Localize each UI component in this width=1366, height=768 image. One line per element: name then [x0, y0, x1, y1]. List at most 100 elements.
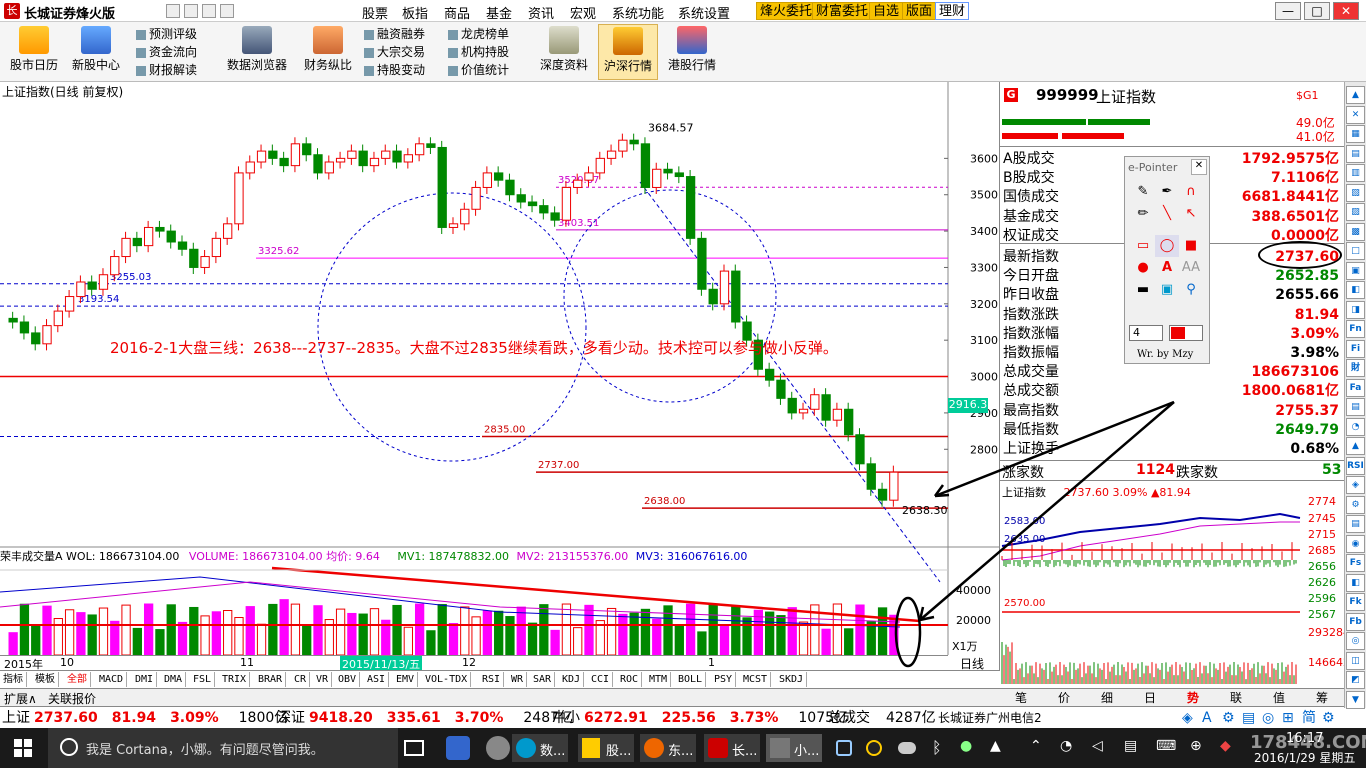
strip-button-8[interactable]: □ [1346, 242, 1365, 260]
ellipse-icon[interactable]: ◯ [1155, 235, 1179, 257]
indicator-tab-16[interactable]: WR [508, 672, 528, 687]
status-tool-icon-2[interactable]: ⚙ [1222, 707, 1235, 729]
margin-trading-link[interactable]: 融资融券 [364, 25, 425, 43]
quote-tab-7[interactable]: 筹 [1301, 689, 1343, 707]
quote-tab-0[interactable]: 笔 [1000, 689, 1042, 707]
strip-button-26[interactable]: Fk [1346, 593, 1365, 611]
intraday-chart[interactable]: 2774 2745 2715 2685 2656 2626 2596 2567 293284 14… [1000, 496, 1344, 686]
strip-button-2[interactable]: ▦ [1346, 125, 1365, 143]
indicator-tab-13[interactable]: EMV [393, 672, 419, 687]
strip-button-11[interactable]: ◨ [1346, 300, 1365, 319]
pinned-app-icon-1[interactable] [446, 736, 470, 760]
magnifier-icon[interactable]: ⚲ [1179, 279, 1203, 301]
epointer-window[interactable]: e-Pointer ✕ ✎ ✒ ∩ ✏ ╲ ↖ ▭ ◯ ■ ● A AA ▬ ▣ ⚲ 4 Wr. b… [1124, 156, 1210, 364]
status-tool-icon-6[interactable]: 简 [1302, 707, 1316, 729]
task-view-icon[interactable] [404, 740, 424, 756]
related-quote-tab[interactable]: 关联报价 [48, 690, 96, 707]
strip-button-31[interactable]: ▼ [1346, 690, 1365, 709]
indicator-tab-20[interactable]: ROC [617, 672, 643, 687]
status-tool-icon-5[interactable]: ⊞ [1282, 707, 1294, 729]
indicator-tab-4[interactable]: DMI [132, 672, 158, 687]
strip-button-10[interactable]: ◧ [1346, 281, 1365, 299]
layout-button[interactable]: 版面 [902, 2, 937, 20]
task-app-5[interactable]: 小... [766, 734, 822, 762]
eraser-icon[interactable]: ✎ [1131, 181, 1155, 203]
indicator-tab-24[interactable]: MCST [740, 672, 772, 687]
sh-sz-market-button[interactable]: 沪深行情 [598, 24, 658, 80]
cloud-icon[interactable] [898, 742, 916, 754]
keyboard-icon[interactable]: ⌨ [1156, 738, 1176, 754]
menu-macro[interactable]: 宏观 [570, 3, 596, 22]
strip-button-28[interactable]: ◎ [1346, 632, 1365, 650]
bluetooth-icon[interactable]: ᛒ [932, 738, 942, 757]
indicator-tab-7[interactable]: TRIX [219, 672, 251, 687]
menu-fund[interactable]: 基金 [486, 3, 512, 22]
indicator-tab-9[interactable]: CR [291, 672, 311, 687]
strip-button-18[interactable]: ▲ [1346, 437, 1365, 455]
epointer-close-icon[interactable]: ✕ [1191, 159, 1207, 175]
indicator-tab-5[interactable]: DMA [161, 672, 187, 687]
nav-next-icon[interactable] [184, 4, 198, 18]
watchlist-button[interactable]: 自选 [869, 2, 904, 20]
wealth-order-button[interactable]: 财富委托 [812, 2, 873, 20]
expand-tab[interactable]: 扩展∧ [4, 690, 37, 707]
fenghuo-order-button[interactable]: 烽火委托 [756, 2, 817, 20]
indicator-tab-1[interactable]: 模板 [32, 672, 59, 687]
indicator-tab-17[interactable]: SAR [530, 672, 556, 687]
strip-button-25[interactable]: ◧ [1346, 573, 1365, 592]
status-tool-icon-7[interactable]: ⚙ [1322, 707, 1335, 729]
screen-icon[interactable]: ▣ [1155, 279, 1179, 301]
quote-tab-5[interactable]: 联 [1215, 689, 1257, 707]
nav-up-icon[interactable] [202, 4, 216, 18]
report-interpret-link[interactable]: 财报解读 [136, 61, 197, 79]
strip-button-30[interactable]: ◩ [1346, 671, 1365, 689]
nav-down-icon[interactable] [220, 4, 234, 18]
strip-button-0[interactable]: ▲ [1346, 86, 1365, 104]
shield-icon[interactable] [836, 740, 852, 756]
task-app-3[interactable]: 东... [640, 734, 696, 762]
input-method-icon[interactable]: ⊕ [1190, 738, 1202, 754]
menu-stocks[interactable]: 股票 [362, 3, 388, 22]
finance-button[interactable]: 理财 [935, 2, 970, 20]
calendar-button[interactable]: 股市日历 [4, 24, 64, 80]
deep-data-button[interactable]: 深度资料 [534, 24, 594, 80]
menu-system-settings[interactable]: 系统设置 [678, 3, 730, 22]
volume-icon[interactable]: ◁ [1092, 738, 1103, 754]
indicator-tab-22[interactable]: BOLL [675, 672, 707, 687]
indicator-tab-19[interactable]: CCI [588, 672, 614, 687]
indicator-tab-25[interactable]: SKDJ [776, 672, 808, 687]
quote-tab-6[interactable]: 值 [1258, 689, 1300, 707]
qq-icon[interactable] [866, 740, 882, 756]
strip-button-20[interactable]: ◈ [1346, 476, 1365, 494]
strip-button-27[interactable]: Fb [1346, 612, 1365, 631]
arrow-icon[interactable]: ↖ [1179, 203, 1203, 225]
forecast-rating-link[interactable]: 预测评级 [136, 25, 197, 43]
status-tool-icon-0[interactable]: ◈ [1182, 707, 1193, 729]
text-size-icon[interactable]: AA [1179, 257, 1203, 279]
filled-rect-icon[interactable]: ■ [1179, 235, 1203, 257]
strip-button-12[interactable]: Fn [1346, 320, 1365, 338]
holding-change-link[interactable]: 持股变动 [364, 61, 425, 79]
status-tool-icon-1[interactable]: A [1202, 707, 1212, 729]
notification-icon[interactable]: ▤ [1124, 738, 1137, 754]
new-stock-button[interactable]: 新股中心 [66, 24, 126, 80]
strip-button-7[interactable]: ▩ [1346, 222, 1365, 241]
indicator-tab-15[interactable]: RSI [479, 672, 505, 687]
maximize-icon[interactable]: □ [1304, 2, 1330, 20]
indicator-tab-11[interactable]: OBV [335, 672, 361, 687]
kline-chart-panel[interactable]: 上证指数(日线 前复权) 3600 3500 3400 3300 3200 3100 300… [0, 82, 1000, 688]
block-trade-link[interactable]: 大宗交易 [364, 43, 425, 61]
windows-start-icon[interactable] [14, 739, 32, 757]
fund-flow-link[interactable]: 资金流向 [136, 43, 197, 61]
strip-button-6[interactable]: ▨ [1346, 203, 1365, 221]
hk-market-button[interactable]: 港股行情 [662, 24, 722, 80]
strip-button-17[interactable]: ◔ [1346, 417, 1365, 436]
menu-commodity[interactable]: 商品 [444, 3, 470, 22]
strip-button-9[interactable]: ▣ [1346, 261, 1365, 280]
filled-ellipse-icon[interactable]: ● [1131, 257, 1155, 279]
strip-button-14[interactable]: 財 [1346, 359, 1365, 377]
task-app-1[interactable]: 数... [512, 734, 568, 762]
cortana-search-box[interactable]: 我是 Cortana，小娜。有问题尽管问我。 [48, 728, 398, 768]
quote-tab-1[interactable]: 价 [1043, 689, 1085, 707]
status-index-name[interactable]: 深证 [277, 710, 305, 726]
